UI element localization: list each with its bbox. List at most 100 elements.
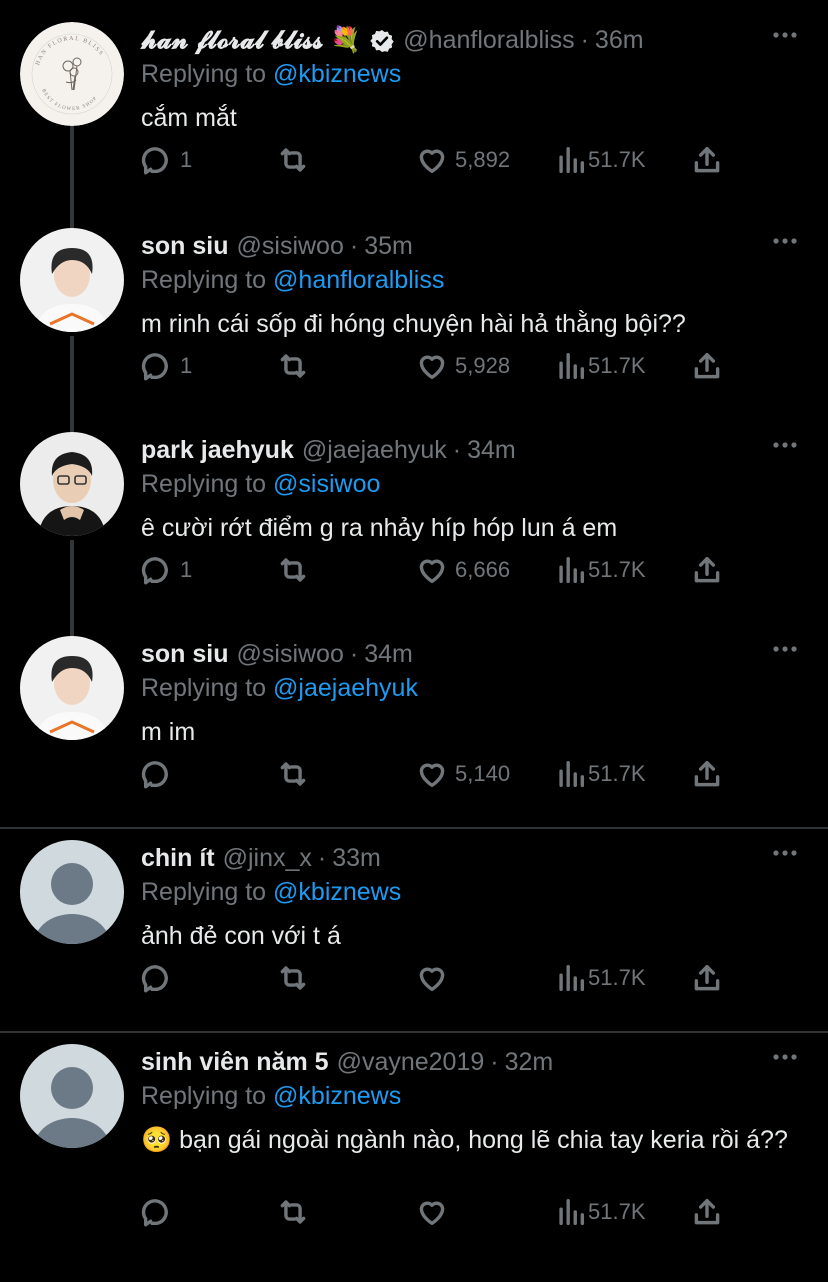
share-button[interactable]	[690, 958, 724, 998]
views-count: 51.7K	[588, 761, 646, 786]
views-icon	[559, 1198, 585, 1226]
avatar[interactable]	[20, 228, 124, 332]
timestamp[interactable]: 32m	[505, 1048, 554, 1077]
author-name[interactable]: sinh viên năm 5	[141, 1048, 329, 1077]
retweet-button[interactable]	[276, 754, 316, 794]
share-button[interactable]	[690, 754, 724, 794]
share-icon	[694, 964, 720, 991]
reply-button[interactable]	[140, 958, 180, 998]
like-button[interactable]	[415, 958, 455, 998]
replying-to-link[interactable]: @hanfloralbliss	[273, 266, 444, 294]
like-count: 5,892	[455, 147, 511, 172]
avatar[interactable]	[20, 1044, 124, 1148]
replying-to-link[interactable]: @sisiwoo	[273, 470, 380, 498]
share-button[interactable]	[690, 1192, 724, 1232]
views-button[interactable]: 51.7K	[554, 346, 646, 386]
retweet-button[interactable]	[276, 140, 316, 180]
views-button[interactable]: 51.7K	[554, 1192, 646, 1232]
more-options-icon[interactable]	[772, 1052, 798, 1062]
reply-button[interactable]	[140, 1192, 180, 1232]
tweet-actions: 5,140 51.7K	[140, 754, 740, 794]
views-button[interactable]: 51.7K	[554, 140, 646, 180]
replying-to-link[interactable]: @kbiznews	[273, 878, 401, 906]
author-name[interactable]: 𝓱𝓪𝓷 𝓯𝓵𝓸𝓻𝓪𝓵 𝓫𝓵𝓲𝓼𝓼 💐	[141, 26, 361, 55]
timestamp[interactable]: 36m	[595, 26, 644, 55]
more-options-icon[interactable]	[772, 30, 798, 40]
tweet-actions: 1 6,666 51.7K	[140, 550, 740, 590]
author-handle[interactable]: @jaejaehyuk	[302, 436, 447, 465]
more-options-icon[interactable]	[772, 644, 798, 654]
views-button[interactable]: 51.7K	[554, 958, 646, 998]
heart-icon	[419, 967, 445, 992]
avatar[interactable]	[20, 432, 124, 536]
replying-to-label: Replying to	[141, 674, 267, 702]
timestamp[interactable]: 34m	[467, 436, 516, 465]
tweet-actions: 51.7K	[140, 1192, 740, 1232]
reply-icon	[141, 557, 168, 585]
reply-button[interactable]: 1	[140, 140, 192, 180]
views-button[interactable]: 51.7K	[554, 754, 646, 794]
tweet-text: m rinh cái sốp đi hóng chuyện hài hả thằ…	[141, 310, 686, 338]
floral-logo-icon: HAN FLORAL BLISS BEST FLOWER SHOP	[20, 22, 124, 126]
retweet-button[interactable]	[276, 346, 316, 386]
share-icon	[694, 1198, 720, 1225]
replying-to-link[interactable]: @jaejaehyuk	[273, 674, 418, 702]
thread-line	[70, 540, 74, 642]
like-button[interactable]: 6,666	[415, 550, 510, 590]
views-icon	[559, 556, 585, 584]
separator-dot: ·	[349, 640, 359, 668]
reply-icon	[141, 353, 168, 381]
timestamp[interactable]: 34m	[364, 640, 413, 669]
more-options-icon[interactable]	[772, 236, 798, 246]
replying-to-link[interactable]: @kbiznews	[273, 1082, 401, 1110]
more-options-icon[interactable]	[772, 848, 798, 858]
share-button[interactable]	[690, 346, 724, 386]
views-button[interactable]: 51.7K	[554, 550, 646, 590]
retweet-icon	[280, 558, 306, 582]
timestamp[interactable]: 35m	[364, 232, 413, 261]
verified-badge-icon	[370, 29, 394, 52]
replying-to-link[interactable]: @kbiznews	[273, 60, 401, 88]
reply-button[interactable]: 1	[140, 550, 192, 590]
reply-icon	[141, 965, 168, 993]
default-avatar-icon	[20, 840, 124, 944]
author-handle[interactable]: @sisiwoo	[237, 640, 344, 669]
retweet-button[interactable]	[276, 958, 316, 998]
thread-line	[70, 126, 74, 232]
author-name[interactable]: son siu	[141, 640, 229, 669]
author-name[interactable]: son siu	[141, 232, 229, 261]
share-button[interactable]	[690, 140, 724, 180]
like-button[interactable]	[415, 1192, 455, 1232]
author-handle[interactable]: @sisiwoo	[237, 232, 344, 261]
share-icon	[694, 556, 720, 583]
reply-icon	[141, 147, 168, 175]
avatar[interactable]: HAN FLORAL BLISS BEST FLOWER SHOP	[20, 22, 124, 126]
avatar[interactable]	[20, 840, 124, 944]
avatar[interactable]	[20, 636, 124, 740]
author-handle[interactable]: @vayne2019	[337, 1048, 485, 1077]
author-name[interactable]: chin ít	[141, 844, 215, 873]
reply-count: 1	[180, 557, 193, 582]
views-icon	[559, 352, 585, 380]
like-button[interactable]: 5,892	[415, 140, 510, 180]
like-button[interactable]: 5,928	[415, 346, 510, 386]
replying-to: Replying to @kbiznews	[141, 878, 401, 907]
like-button[interactable]: 5,140	[415, 754, 510, 794]
replying-to: Replying to @kbiznews	[141, 60, 401, 89]
author-handle[interactable]: @jinx_x	[223, 844, 312, 873]
tweet-text: ảnh đẻ con với t á	[141, 922, 341, 950]
timestamp[interactable]: 33m	[332, 844, 381, 873]
tweet-actions: 1 5,928 51.7K	[140, 346, 740, 386]
tweet-text: ê cười rớt điểm g ra nhảy híp hóp lun á …	[141, 514, 618, 542]
heart-icon	[419, 149, 445, 174]
share-button[interactable]	[690, 550, 724, 590]
author-handle[interactable]: @hanfloralbliss	[403, 26, 574, 55]
more-options-icon[interactable]	[772, 440, 798, 450]
retweet-button[interactable]	[276, 550, 316, 590]
author-name[interactable]: park jaehyuk	[141, 436, 294, 465]
reply-button[interactable]: 1	[140, 346, 192, 386]
replying-to: Replying to @jaejaehyuk	[141, 674, 418, 703]
views-count: 51.7K	[588, 557, 646, 582]
reply-button[interactable]	[140, 754, 180, 794]
retweet-button[interactable]	[276, 1192, 316, 1232]
